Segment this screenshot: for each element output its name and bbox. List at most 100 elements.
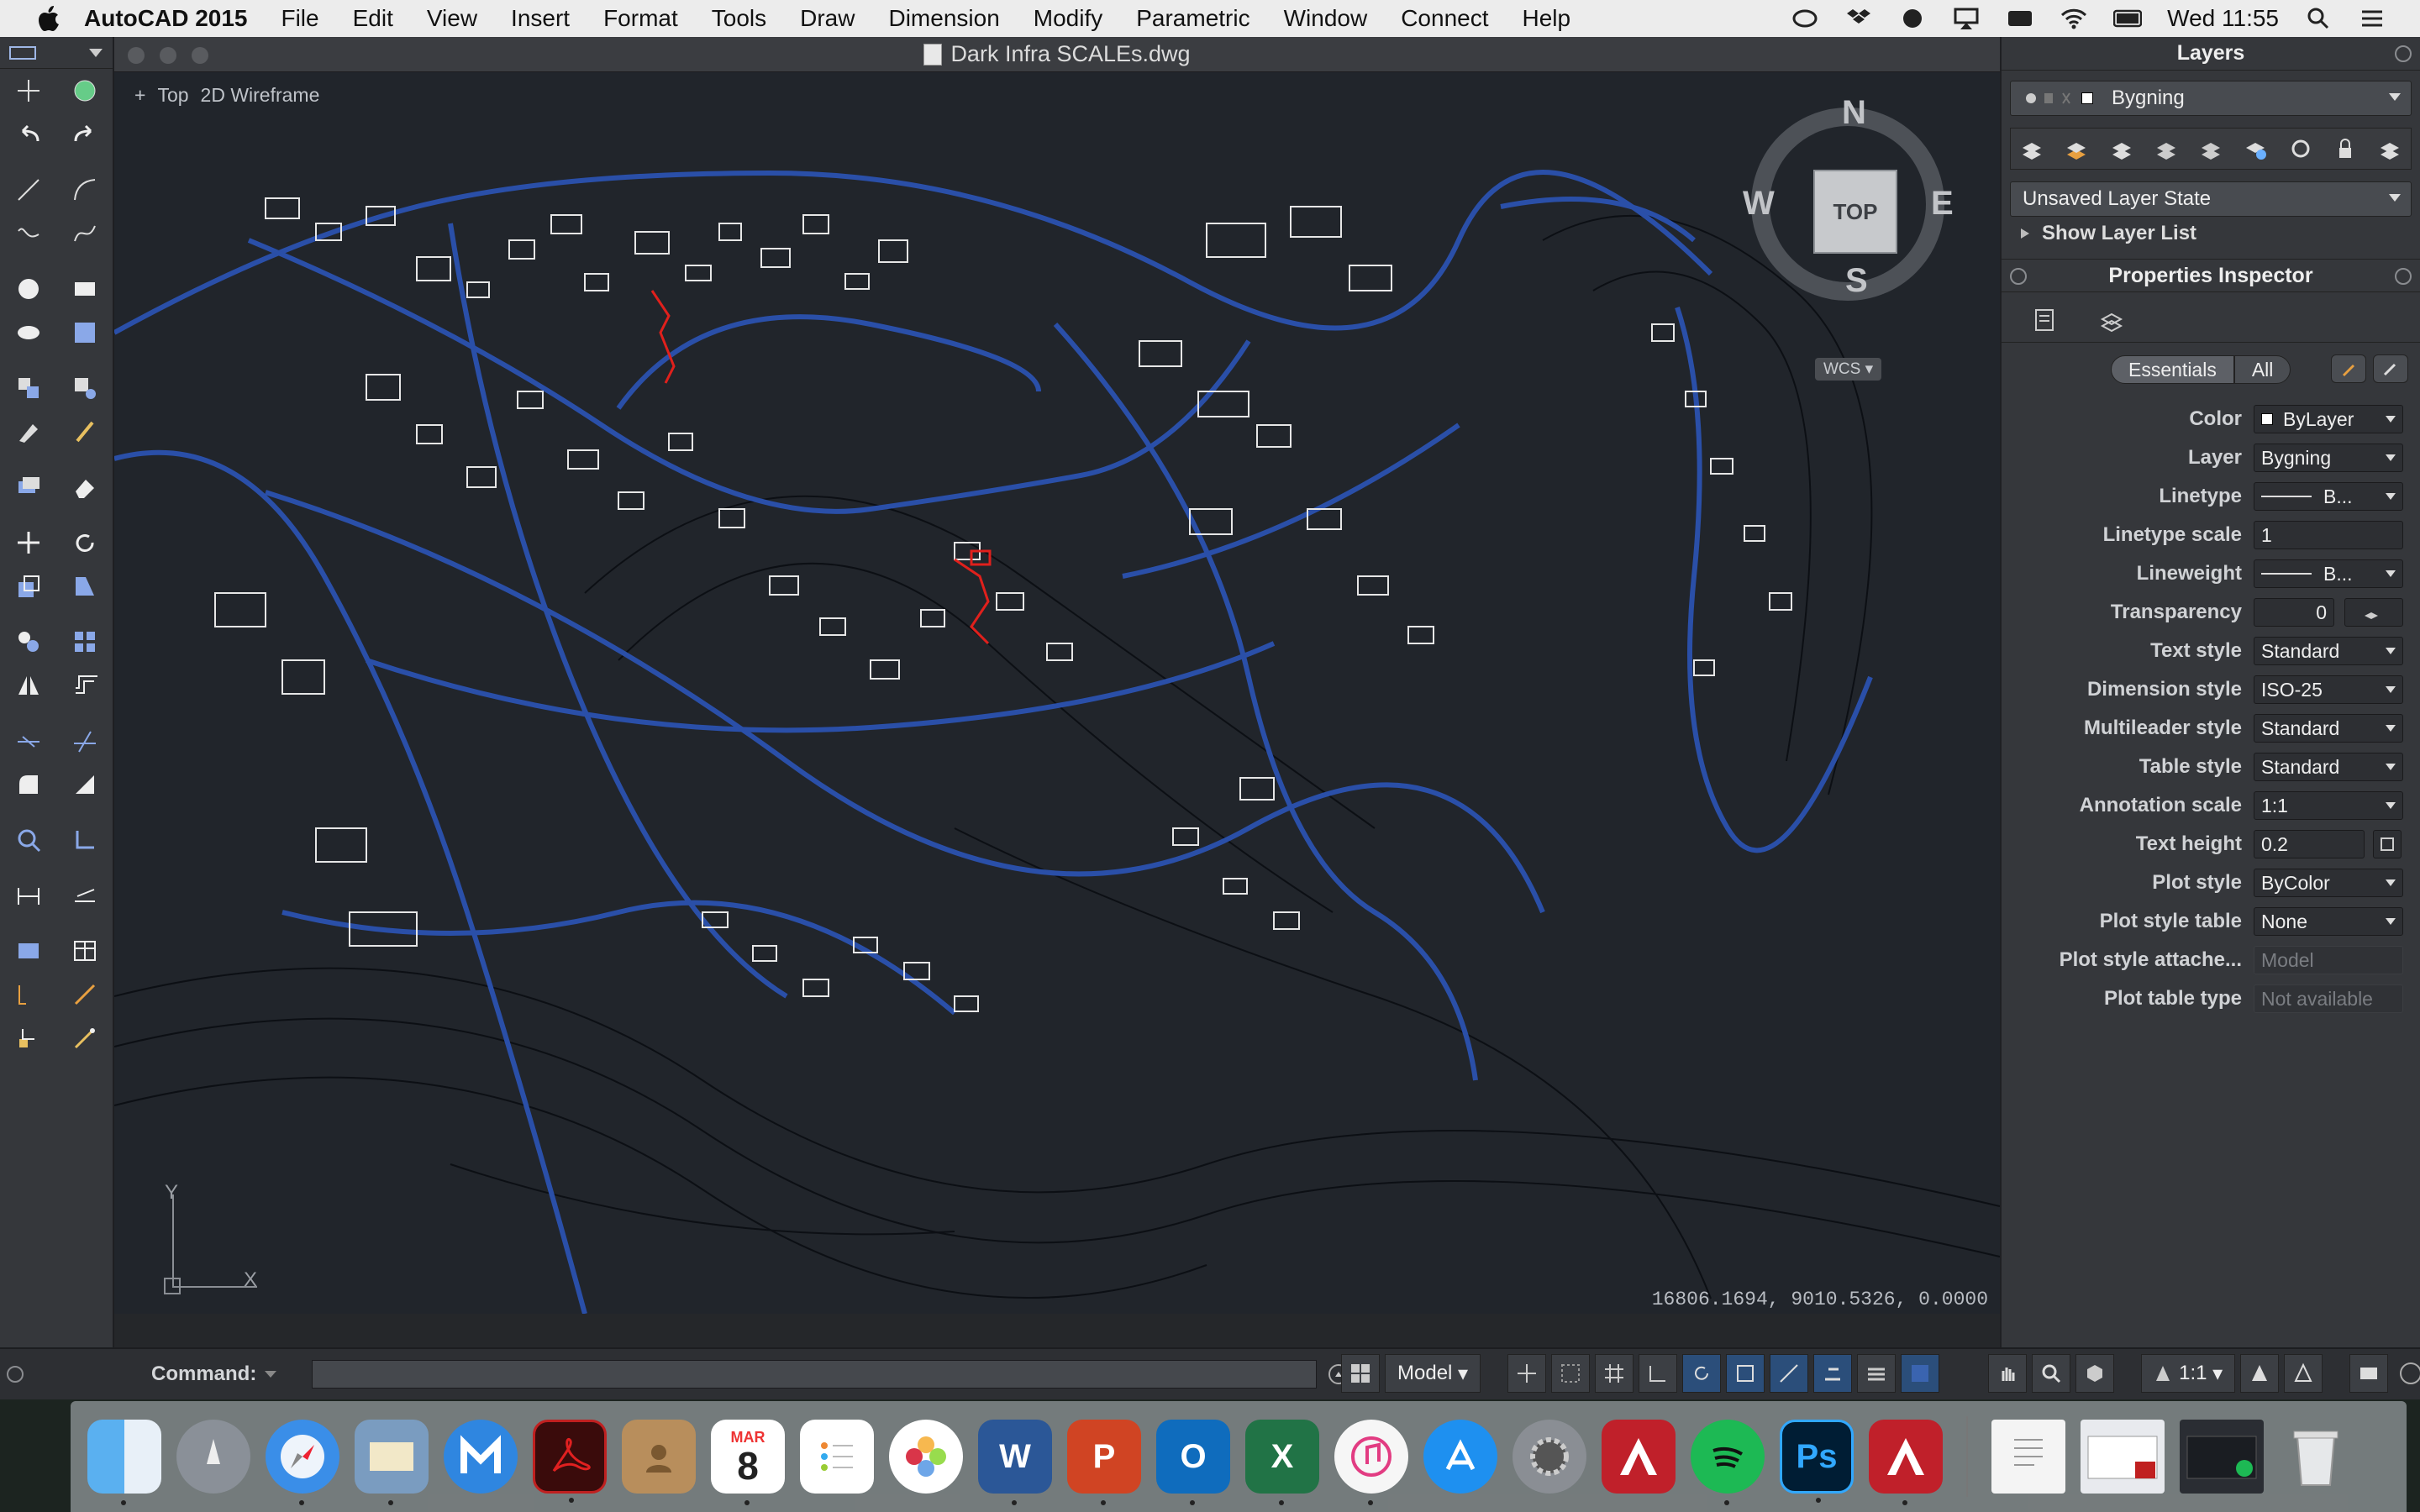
orbit-icon[interactable] [2075, 1354, 2115, 1393]
clock[interactable]: Wed 11:55 [2167, 5, 2279, 32]
menu-view[interactable]: View [427, 5, 477, 32]
annotation-visibility-icon[interactable] [2240, 1354, 2280, 1393]
chevron-down-icon[interactable] [263, 1369, 278, 1379]
pick-height-icon[interactable] [2373, 830, 2402, 858]
offset-icon[interactable] [66, 667, 103, 704]
compass-north[interactable]: N [1842, 94, 1866, 132]
menu-parametric[interactable]: Parametric [1136, 5, 1249, 32]
menu-file[interactable]: File [281, 5, 318, 32]
ucs-icon[interactable] [66, 822, 103, 858]
layout-grid-icon[interactable] [1341, 1354, 1380, 1393]
text-height-input[interactable]: 0.2 [2254, 830, 2365, 858]
autocad-icon[interactable] [1869, 1420, 1943, 1505]
linear-dimension-icon[interactable] [10, 877, 47, 914]
line-tool-icon[interactable] [10, 171, 47, 208]
zoom-icon[interactable] [10, 822, 47, 858]
essentials-button[interactable]: Essentials [2111, 355, 2234, 384]
apple-menu-icon[interactable] [30, 0, 67, 37]
make-current-icon[interactable] [2106, 133, 2138, 165]
contacts-icon[interactable] [622, 1420, 696, 1494]
infer-constraints-icon[interactable] [1551, 1354, 1591, 1393]
creative-cloud-icon[interactable] [1791, 8, 1819, 29]
status-bar-menu-icon[interactable] [2400, 1362, 2420, 1384]
text-style-dropdown[interactable]: Standard [2254, 637, 2403, 665]
trim-icon[interactable] [10, 722, 47, 759]
compass-south[interactable]: S [1845, 262, 1868, 300]
finder-icon[interactable] [87, 1420, 161, 1505]
trash-icon[interactable] [2279, 1420, 2353, 1494]
layer-off-icon[interactable] [2285, 133, 2317, 165]
close-command-line-icon[interactable] [7, 1366, 24, 1383]
view-name-button[interactable]: Top [157, 84, 188, 107]
chamfer-icon[interactable] [66, 766, 103, 803]
close-panel-icon[interactable] [2395, 268, 2412, 285]
photos-icon[interactable] [889, 1420, 963, 1494]
menu-tools[interactable]: Tools [712, 5, 766, 32]
excel-icon[interactable]: X [1245, 1420, 1319, 1505]
move-icon[interactable] [10, 524, 47, 561]
drawing-canvas[interactable]: + Top 2D Wireframe TOP N S W E WCS ▾ Y X… [114, 72, 2000, 1314]
layer-match-icon[interactable] [2374, 133, 2406, 165]
mesh-icon[interactable] [66, 72, 103, 109]
text-icon[interactable] [10, 932, 47, 969]
layer-isolate-icon[interactable] [2150, 133, 2182, 165]
layer-lock-icon[interactable] [2329, 133, 2361, 165]
menu-connect[interactable]: Connect [1401, 5, 1488, 32]
viewport-menu-button[interactable]: + [134, 84, 145, 107]
auto-scale-icon[interactable] [2284, 1354, 2323, 1393]
snap-icon[interactable] [1507, 1354, 1547, 1393]
layers-tool-icon[interactable] [10, 469, 47, 506]
lineweight-dropdown[interactable]: B... [2254, 559, 2403, 588]
layer-properties-tab-icon[interactable] [2099, 307, 2124, 342]
visual-style-button[interactable]: 2D Wireframe [201, 84, 320, 107]
array-icon[interactable] [66, 623, 103, 660]
plot-style-table-dropdown[interactable]: None [2254, 907, 2403, 936]
acrobat-icon[interactable] [533, 1420, 607, 1503]
table-icon[interactable] [66, 932, 103, 969]
annotation-scale-dropdown[interactable]: 1:1 ▾ [2141, 1354, 2236, 1393]
menu-edit[interactable]: Edit [353, 5, 393, 32]
malwarebytes-icon[interactable] [444, 1420, 518, 1494]
close-window-button[interactable] [128, 47, 145, 64]
object-properties-tab-icon[interactable] [2032, 307, 2057, 342]
menu-format[interactable]: Format [603, 5, 678, 32]
grid-display-icon[interactable] [1595, 1354, 1634, 1393]
minimized-window-spotify[interactable] [2180, 1420, 2264, 1494]
menu-window[interactable]: Window [1284, 5, 1368, 32]
pick-object-icon[interactable] [2373, 354, 2408, 383]
circle-tool-icon[interactable] [10, 270, 47, 307]
keyboard-icon[interactable] [2006, 8, 2034, 29]
extend-icon[interactable] [66, 722, 103, 759]
reminders-icon[interactable] [800, 1420, 874, 1494]
current-layer-dropdown[interactable]: Bygning [2010, 81, 2412, 116]
redo-icon[interactable] [66, 116, 103, 153]
command-input[interactable] [312, 1360, 1318, 1389]
dynamic-ucs-icon[interactable] [1813, 1354, 1853, 1393]
spline-tool-icon[interactable] [66, 215, 103, 252]
collapse-panel-icon[interactable] [2010, 268, 2027, 285]
menu-insert[interactable]: Insert [511, 5, 570, 32]
spotlight-search-icon[interactable] [2304, 8, 2333, 29]
fillet-icon[interactable] [10, 766, 47, 803]
wifi-icon[interactable] [2060, 8, 2088, 29]
layer-dropdown[interactable]: Bygning [2254, 444, 2403, 472]
menu-help[interactable]: Help [1523, 5, 1571, 32]
autocad-launcher-icon[interactable] [1602, 1420, 1676, 1494]
transparency-toggle-icon[interactable] [1901, 1354, 1940, 1393]
annotate-icon[interactable] [66, 1020, 103, 1057]
ortho-icon[interactable] [1639, 1354, 1678, 1393]
word-icon[interactable]: W [978, 1420, 1052, 1505]
crosshair-icon[interactable] [10, 72, 47, 109]
eraser-icon[interactable] [66, 469, 103, 506]
copy-icon[interactable] [10, 623, 47, 660]
launchpad-icon[interactable] [176, 1420, 250, 1494]
pan-icon[interactable] [1988, 1354, 2028, 1393]
viewcube[interactable]: TOP N S W E [1743, 94, 1963, 301]
app-store-icon[interactable] [1423, 1420, 1497, 1494]
layer-freeze-icon[interactable] [2239, 133, 2271, 165]
rotate-icon[interactable] [66, 524, 103, 561]
lineweight-icon[interactable] [1857, 1354, 1897, 1393]
viewcube-top-face[interactable]: TOP [1813, 170, 1897, 254]
powerpoint-icon[interactable]: P [1067, 1420, 1141, 1505]
photoshop-icon[interactable]: Ps [1780, 1420, 1854, 1503]
